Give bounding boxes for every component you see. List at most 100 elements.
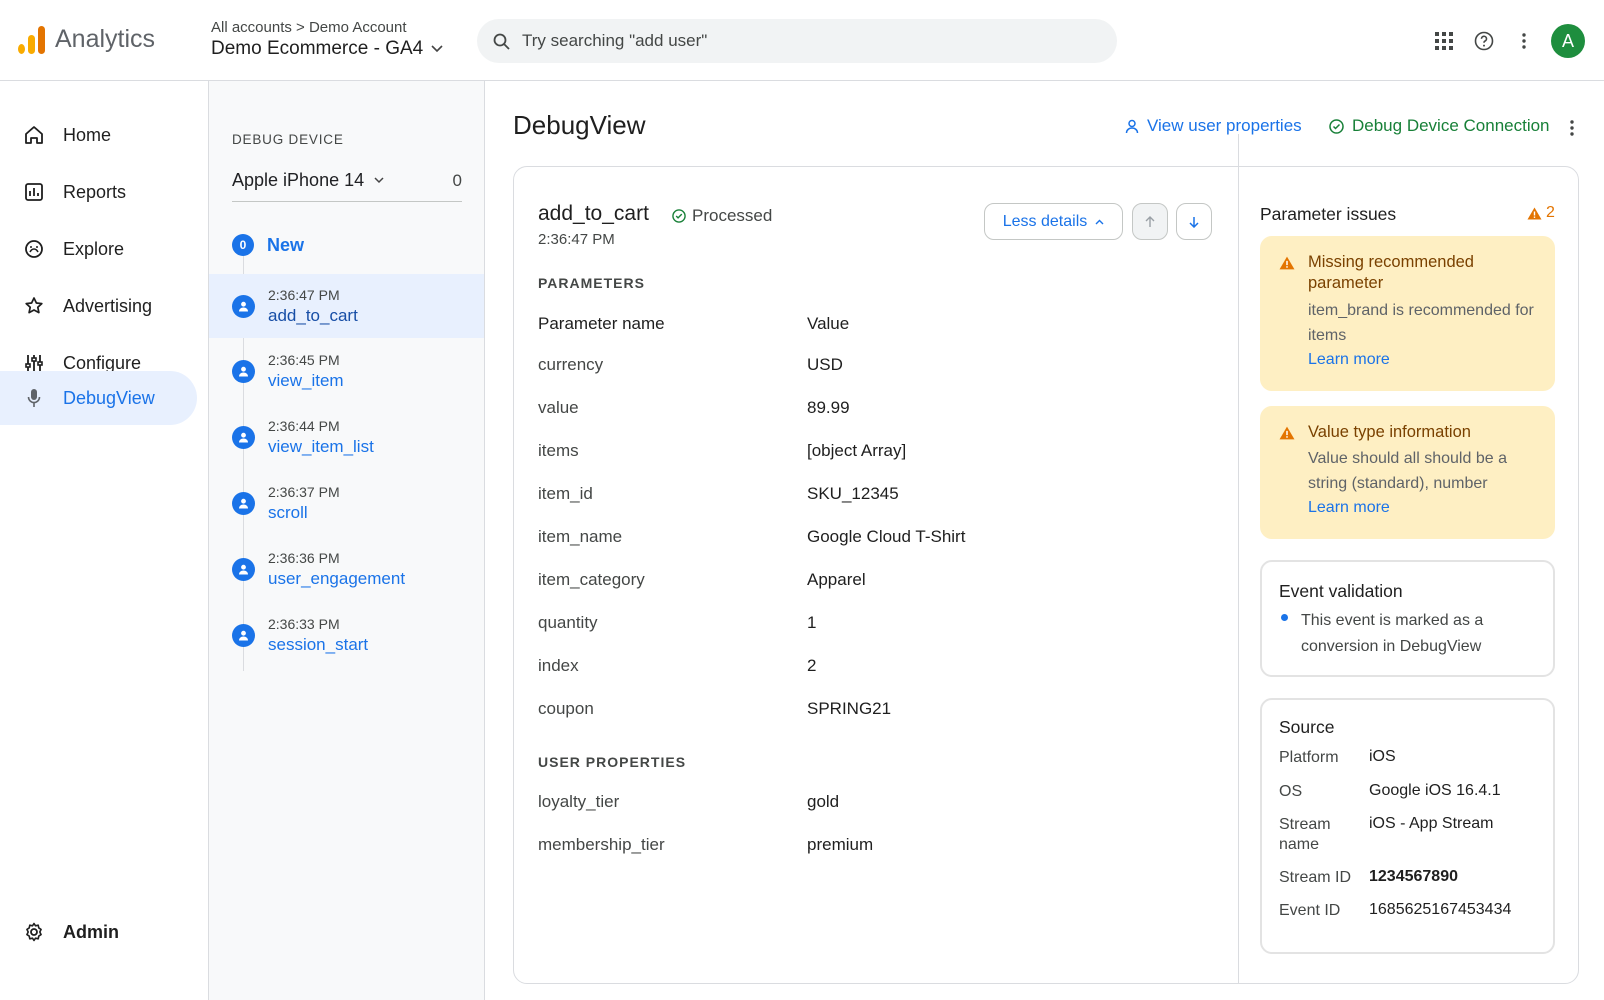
learn-more-link[interactable]: Learn more xyxy=(1308,351,1390,369)
nav-item-explore[interactable]: Explore xyxy=(0,222,197,276)
nav-item-debugview[interactable]: DebugView xyxy=(0,371,197,425)
parameter-issues-count: 2 xyxy=(1527,204,1555,222)
previous-event-button[interactable] xyxy=(1132,203,1168,240)
top-app-bar: Analytics All accounts > Demo Account De… xyxy=(0,0,1604,81)
gear-icon xyxy=(24,922,44,942)
event-title: add_to_cart xyxy=(538,202,649,225)
warning-description: Value should all should be a string (sta… xyxy=(1308,450,1507,492)
event-list-item[interactable]: 2:36:33 PM session_start xyxy=(209,603,484,667)
event-list-item[interactable]: 2:36:36 PM user_engagement xyxy=(209,537,484,601)
source-value: iOS xyxy=(1369,748,1396,765)
source-title: Source xyxy=(1279,717,1335,737)
parameters-column-header: Parameter name Value xyxy=(538,314,1198,344)
check-circle-icon xyxy=(1329,118,1344,134)
less-details-label: Less details xyxy=(1002,212,1088,230)
property-name: Demo Ecommerce - GA4 xyxy=(211,38,424,59)
person-icon xyxy=(232,624,255,647)
new-events-marker[interactable]: 0 New xyxy=(232,234,304,256)
user-property-name: membership_tier xyxy=(538,835,665,854)
search-input[interactable] xyxy=(522,31,1082,51)
view-user-properties-label: View user properties xyxy=(1147,116,1302,135)
event-name: session_start xyxy=(268,635,369,654)
header-actions: A xyxy=(1421,24,1604,58)
param-value: 1 xyxy=(807,613,817,632)
less-details-button[interactable]: Less details xyxy=(984,203,1123,240)
nav-label: DebugView xyxy=(63,387,155,408)
analytics-logo[interactable]: Analytics xyxy=(18,25,155,54)
source-key: Event ID xyxy=(1279,902,1341,919)
apps-grid-icon[interactable] xyxy=(1427,24,1461,58)
issue-count: 2 xyxy=(1546,204,1555,221)
param-value: Apparel xyxy=(807,570,866,589)
column-header-value: Value xyxy=(807,314,850,333)
person-icon xyxy=(232,426,255,449)
account-avatar[interactable]: A xyxy=(1551,24,1585,58)
parameter-row: value 89.99 xyxy=(538,398,1198,428)
param-value: SKU_12345 xyxy=(807,484,899,503)
help-icon[interactable] xyxy=(1467,24,1501,58)
event-status: Processed xyxy=(672,206,772,226)
source-value: 1685625167453434 xyxy=(1369,901,1512,918)
chevron-down-icon xyxy=(374,177,384,184)
param-value: Google Cloud T-Shirt xyxy=(807,527,966,546)
search-bar[interactable] xyxy=(477,19,1117,63)
source-key: Platform xyxy=(1279,749,1339,766)
user-property-value: gold xyxy=(807,792,840,811)
warning-icon xyxy=(1527,207,1542,220)
more-vert-icon[interactable] xyxy=(1507,24,1541,58)
event-list-item[interactable]: 2:36:44 PM view_item_list xyxy=(209,405,484,469)
event-time: 2:36:45 PM xyxy=(268,352,340,368)
person-icon xyxy=(232,360,255,383)
arrow-up-icon xyxy=(1145,215,1155,228)
param-name: quantity xyxy=(538,613,598,632)
user-property-row: membership_tier premium xyxy=(538,835,1198,865)
learn-more-link[interactable]: Learn more xyxy=(1308,499,1390,517)
view-user-properties-link[interactable]: View user properties xyxy=(1125,116,1302,136)
event-list-item[interactable]: 2:36:47 PM add_to_cart xyxy=(209,274,484,338)
event-list-item[interactable]: 2:36:45 PM view_item xyxy=(209,339,484,403)
property-selector[interactable]: Demo Ecommerce - GA4 xyxy=(211,38,443,60)
parameter-issues-title: Parameter issues xyxy=(1260,204,1397,224)
next-event-button[interactable] xyxy=(1176,203,1212,240)
user-properties-header: USER PROPERTIES xyxy=(538,754,687,770)
nav-item-admin[interactable]: Admin xyxy=(0,905,197,959)
new-count-badge: 0 xyxy=(232,234,254,256)
reports-icon xyxy=(24,182,44,202)
person-icon xyxy=(232,492,255,515)
device-event-count: 0 xyxy=(452,170,462,190)
event-name: scroll xyxy=(268,503,308,522)
nav-item-home[interactable]: Home xyxy=(0,108,197,162)
warning-title: Value type information xyxy=(1308,423,1471,441)
event-time: 2:36:36 PM xyxy=(268,550,340,566)
parameter-row: coupon SPRING21 xyxy=(538,699,1198,729)
arrow-down-icon xyxy=(1189,216,1199,228)
param-name: coupon xyxy=(538,699,594,718)
person-icon xyxy=(232,295,255,318)
param-name: index xyxy=(538,656,579,675)
event-name: view_item xyxy=(268,371,344,390)
param-name: item_id xyxy=(538,484,593,503)
event-name: user_engagement xyxy=(268,569,406,588)
more-vert-icon[interactable] xyxy=(1562,116,1582,140)
parameter-row: quantity 1 xyxy=(538,613,1198,643)
page-title: DebugView xyxy=(513,110,646,140)
event-validation-text: This event is marked as a conversion in … xyxy=(1301,612,1484,655)
user-property-value: premium xyxy=(807,835,874,854)
advertising-icon xyxy=(24,296,44,316)
search-icon xyxy=(493,33,510,50)
nav-item-advertising[interactable]: Advertising xyxy=(0,279,197,333)
source-key: Stream ID xyxy=(1279,869,1352,886)
person-icon xyxy=(232,558,255,581)
debug-device-connection-link[interactable]: Debug Device Connection xyxy=(1329,116,1550,136)
nav-item-reports[interactable]: Reports xyxy=(0,165,197,219)
event-list-item[interactable]: 2:36:37 PM scroll xyxy=(209,471,484,535)
source-card: Source Platform iOS OS Google iOS 16.4.1 S… xyxy=(1260,698,1555,954)
parameter-row: item_category Apparel xyxy=(538,570,1198,600)
account-picker[interactable]: All accounts > Demo Account Demo Ecommer… xyxy=(211,19,443,60)
device-selector[interactable]: Apple iPhone 14 0 xyxy=(232,160,462,202)
home-icon xyxy=(24,125,44,145)
event-name: view_item_list xyxy=(268,437,374,456)
chevron-up-icon xyxy=(1095,219,1104,225)
app-name: Analytics xyxy=(55,25,156,53)
configure-icon xyxy=(24,353,44,373)
